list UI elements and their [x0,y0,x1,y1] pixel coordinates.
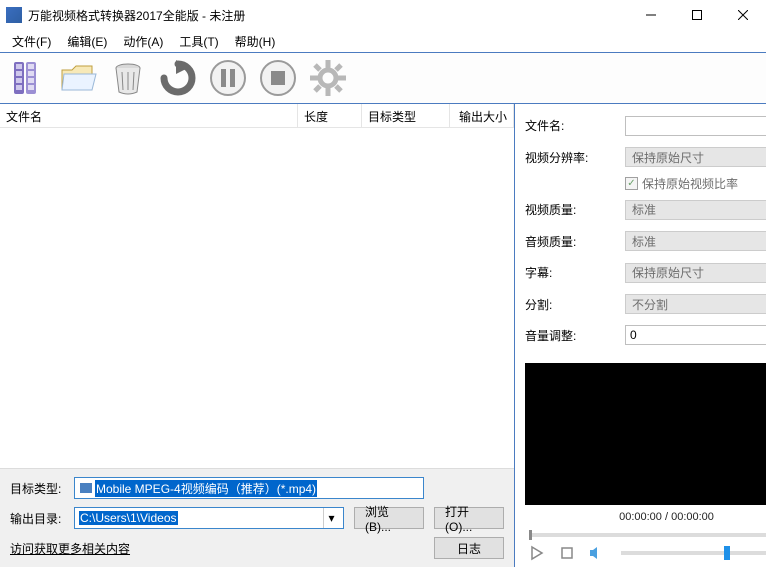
target-icon [79,481,93,495]
list-header: 文件名 长度 目标类型 输出大小 [0,104,514,128]
stop-button[interactable] [256,56,300,100]
filename-input[interactable] [625,116,766,136]
log-button[interactable]: 日志 [434,537,504,559]
resolution-select[interactable]: 保持原始尺寸⌄ [625,147,766,167]
split-label: 分割: [525,296,625,313]
open-folder-button[interactable] [56,56,100,100]
target-type-label: 目标类型: [10,480,74,497]
delete-button[interactable] [106,56,150,100]
add-file-button[interactable] [6,56,50,100]
col-length[interactable]: 长度 [298,104,362,127]
keep-ratio-label: 保持原始视频比率 [642,175,738,192]
vquality-select[interactable]: 标准⌄ [625,200,766,220]
time-display: 00:00:00 / 00:00:00 [525,505,766,529]
split-select[interactable]: 不分割⌄ [625,294,766,314]
target-type-value: Mobile MPEG-4视频编码（推荐）(*.mp4) [95,480,317,497]
chevron-down-icon: ▾ [323,508,339,528]
volume-slider[interactable] [621,551,766,555]
resolution-label: 视频分辨率: [525,149,625,166]
convert-button[interactable] [156,56,200,100]
title-bar: 万能视频格式转换器2017全能版 - 未注册 [0,0,766,30]
output-dir-select[interactable]: C:\Users\1\Videos ▾ [74,507,344,529]
close-button[interactable] [720,0,766,30]
toolbar [0,52,766,104]
menu-file[interactable]: 文件(F) [4,31,59,52]
menu-edit[interactable]: 编辑(E) [59,31,115,52]
stop-icon[interactable] [559,545,575,561]
subtitle-select[interactable]: 保持原始尺寸⌄ [625,263,766,283]
browse-button[interactable]: 浏览(B)... [354,507,424,529]
window-title: 万能视频格式转换器2017全能版 - 未注册 [28,7,628,24]
menu-help[interactable]: 帮助(H) [227,31,284,52]
menu-bar: 文件(F) 编辑(E) 动作(A) 工具(T) 帮助(H) [0,30,766,52]
aquality-select[interactable]: 标准⌄ [625,231,766,251]
col-targettype[interactable]: 目标类型 [362,104,450,127]
volume-label: 音量调整: [525,327,625,344]
subtitle-label: 字幕: [525,264,625,281]
video-preview [525,363,766,505]
aquality-label: 音频质量: [525,233,625,250]
output-dir-label: 输出目录: [10,510,74,527]
more-link[interactable]: 访问获取更多相关内容 [10,540,130,557]
app-icon [6,7,22,23]
col-filename[interactable]: 文件名 [0,104,298,127]
play-icon[interactable] [529,545,545,561]
menu-tools[interactable]: 工具(T) [171,31,226,52]
speaker-icon[interactable] [589,545,603,561]
menu-action[interactable]: 动作(A) [115,31,171,52]
minimize-button[interactable] [628,0,674,30]
keep-ratio-checkbox[interactable]: ✓ [625,177,638,190]
settings-button[interactable] [306,56,350,100]
volume-input[interactable] [625,325,766,345]
filename-label: 文件名: [525,117,625,134]
open-button[interactable]: 打开(O)... [434,507,504,529]
seek-slider[interactable] [529,533,766,537]
vquality-label: 视频质量: [525,201,625,218]
target-type-select[interactable]: Mobile MPEG-4视频编码（推荐）(*.mp4) [74,477,424,499]
maximize-button[interactable] [674,0,720,30]
pause-button[interactable] [206,56,250,100]
col-outsize[interactable]: 输出大小 [450,104,514,127]
file-list[interactable] [0,128,514,468]
output-dir-value: C:\Users\1\Videos [79,511,178,525]
